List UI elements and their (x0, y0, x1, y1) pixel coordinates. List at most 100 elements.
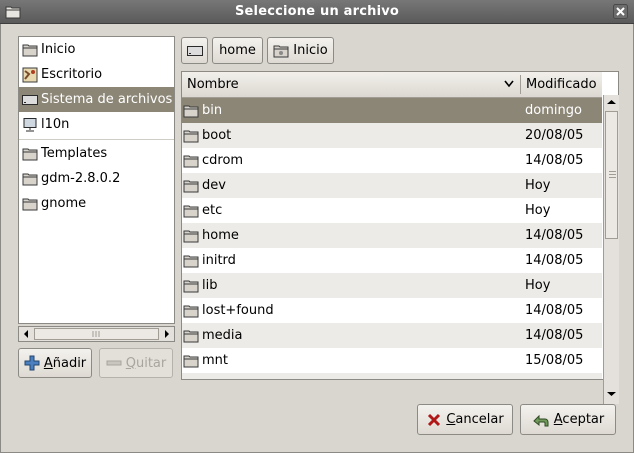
close-icon[interactable] (613, 4, 628, 19)
path-home-button[interactable]: home (212, 37, 263, 64)
folder-icon (183, 229, 199, 243)
scrollbar-grip (609, 174, 616, 175)
scrollbar-thumb[interactable] (605, 111, 618, 239)
scroll-left-icon[interactable] (20, 328, 33, 340)
folder-icon (183, 179, 199, 193)
places-sidebar[interactable]: Inicio Escritorio Sistema de archivos l1… (18, 36, 175, 324)
label-rest: ancelar (455, 412, 504, 427)
mnemonic: A (43, 355, 53, 371)
remove-bookmark-button[interactable]: Quitar (99, 348, 173, 378)
file-name-cell: etc (183, 203, 222, 218)
path-inicio-button[interactable]: Inicio (267, 37, 334, 64)
table-row[interactable]: home 14/08/05 (182, 223, 602, 248)
table-row[interactable]: cdrom 14/08/05 (182, 148, 602, 173)
sidebar-item-gdm[interactable]: gdm-2.8.0.2 (19, 166, 174, 191)
dialog-body: Inicio Escritorio Sistema de archivos l1… (0, 24, 634, 453)
folder-icon (183, 379, 199, 380)
sidebar-separator (19, 139, 174, 140)
table-row[interactable]: dev Hoy (182, 173, 602, 198)
path-item-label: home (219, 43, 256, 58)
sidebar-item-label: gnome (41, 196, 87, 211)
label-rest: ceptar (562, 412, 605, 427)
sidebar-item-label: l10n (41, 117, 70, 132)
column-header-name[interactable]: Nombre (182, 72, 520, 97)
cancel-x-icon (426, 412, 442, 428)
label-rest: ñadir (52, 355, 87, 371)
sidebar-item-label: Templates (41, 146, 108, 161)
file-modified: 14/08/05 (525, 228, 584, 243)
sidebar-item-inicio[interactable]: Inicio (19, 37, 174, 62)
label-rest: uitar (135, 355, 167, 371)
add-bookmark-button[interactable]: Añadir (18, 348, 92, 378)
sidebar-item-label: Escritorio (41, 67, 103, 82)
sidebar-item-escritorio[interactable]: Escritorio (19, 62, 174, 87)
scrollbar-grip (609, 177, 616, 178)
accept-button[interactable]: Aceptar (520, 404, 616, 435)
cancel-label: Cancelar (446, 412, 503, 427)
scroll-up-icon[interactable] (605, 96, 618, 109)
scrollbar-thumb[interactable] (34, 328, 159, 340)
table-row[interactable]: lost+found 14/08/05 (182, 298, 602, 323)
file-name: media (202, 328, 243, 343)
plus-icon (24, 355, 40, 371)
file-name-cell: lost+found (183, 303, 274, 318)
file-name: etc (202, 203, 223, 218)
title-bar[interactable]: Seleccione un archivo (0, 0, 634, 24)
folder-icon (183, 204, 199, 218)
file-name-cell: cdrom (183, 153, 243, 168)
file-name-cell: home (183, 228, 239, 243)
file-name: home (202, 228, 239, 243)
file-modified: Hoy (525, 178, 551, 193)
path-root-button[interactable] (181, 37, 208, 64)
sidebar-item-l10n[interactable]: l10n (19, 112, 174, 137)
file-list[interactable]: Nombre Modificado bin domingo boot 20/08/05… (181, 71, 619, 380)
accept-label: Aceptar (554, 412, 604, 427)
sidebar-item-sistema-de-archivos[interactable]: Sistema de archivos (19, 87, 174, 112)
file-list-vertical-scrollbar[interactable] (603, 95, 619, 404)
table-row[interactable]: bin domingo (182, 98, 602, 123)
folder-icon (22, 197, 38, 211)
table-row[interactable]: boot 20/08/05 (182, 123, 602, 148)
file-modified: 14/08/05 (525, 328, 584, 343)
file-name: cdrom (202, 153, 244, 168)
sidebar-horizontal-scrollbar[interactable] (18, 326, 175, 342)
table-row[interactable]: mnt 15/08/05 (182, 348, 602, 373)
file-modified: 14/08/05 (525, 153, 584, 168)
sidebar-item-templates[interactable]: Templates (19, 141, 174, 166)
sidebar-item-label: Sistema de archivos (41, 92, 173, 107)
file-name-cell: lib (183, 278, 217, 293)
file-list-header: Nombre Modificado (182, 72, 602, 98)
column-header-modified[interactable]: Modificado (521, 72, 602, 97)
scroll-down-icon[interactable] (605, 388, 618, 401)
folder-icon (273, 44, 289, 58)
folder-icon (183, 129, 199, 143)
folder-icon (183, 254, 199, 268)
table-row[interactable]: media 14/08/05 (182, 323, 602, 348)
folder-icon (183, 304, 199, 318)
file-modified: 14/08/05 (525, 303, 584, 318)
file-name-cell: media (183, 328, 243, 343)
file-modified: domingo (525, 103, 582, 118)
minus-icon (106, 355, 122, 371)
desktop-icon (22, 67, 38, 83)
file-name-cell: dev (183, 178, 226, 193)
file-modified: 15/08/05 (525, 353, 584, 368)
file-name: bin (202, 103, 223, 118)
cancel-button[interactable]: Cancelar (417, 404, 513, 435)
sidebar-item-gnome[interactable]: gnome (19, 191, 174, 216)
file-name: lost+found (202, 303, 274, 318)
table-row-partial[interactable] (182, 373, 602, 380)
table-row[interactable]: lib Hoy (182, 273, 602, 298)
scroll-right-icon[interactable] (160, 328, 173, 340)
accept-icon (532, 412, 550, 428)
chevron-down-icon (504, 80, 514, 88)
table-row[interactable]: etc Hoy (182, 198, 602, 223)
add-label: Añadir (44, 356, 86, 371)
sidebar-item-label: Inicio (41, 42, 76, 57)
file-name-cell: initrd (183, 253, 236, 268)
path-item-label: Inicio (293, 43, 328, 58)
folder-icon (183, 279, 199, 293)
file-name: boot (202, 128, 232, 143)
scrollbar-grip (609, 171, 616, 172)
table-row[interactable]: initrd 14/08/05 (182, 248, 602, 273)
